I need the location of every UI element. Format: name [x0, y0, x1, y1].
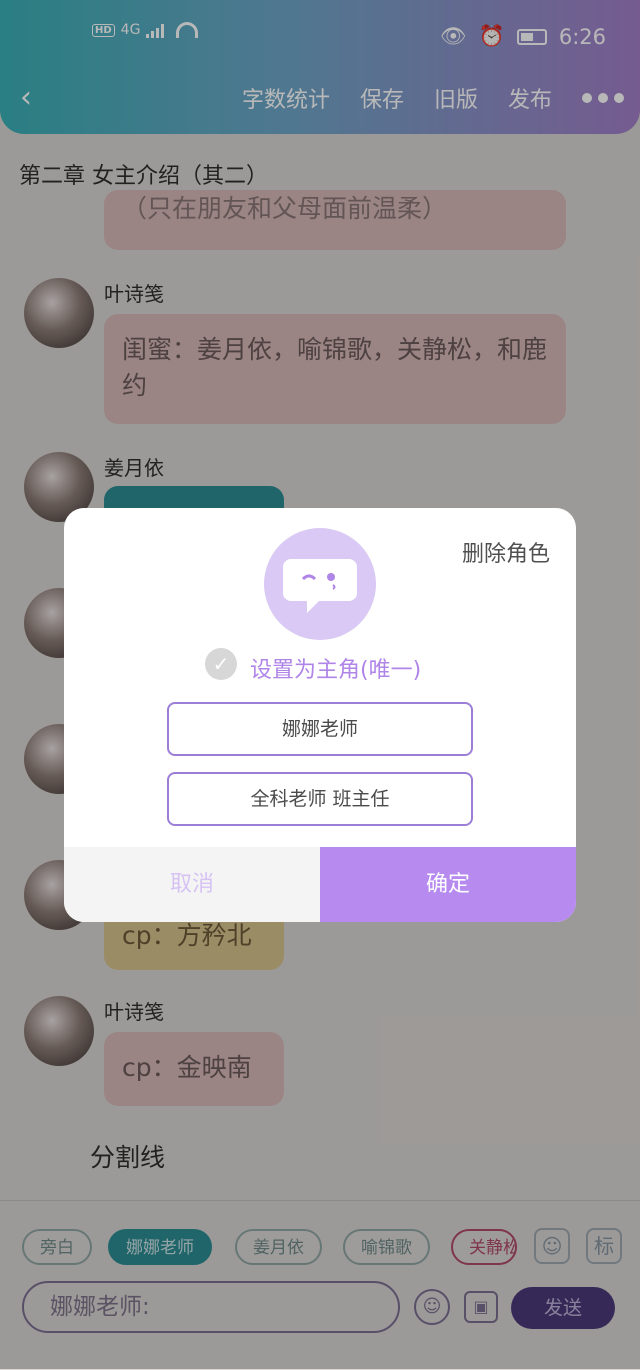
role-name-field[interactable]: 娜娜老师 [167, 702, 473, 756]
confirm-button[interactable]: 确定 [320, 847, 576, 922]
role-desc-field[interactable]: 全科老师 班主任 [167, 772, 473, 826]
set-main-label[interactable]: 设置为主角(唯一) [250, 652, 421, 684]
set-main-checkbox[interactable]: ✓ [205, 648, 237, 680]
chat-bubble-icon [264, 528, 376, 640]
cancel-button[interactable]: 取消 [64, 847, 320, 922]
dialog-footer: 取消 确定 [64, 847, 576, 922]
role-dialog: 删除角色 ✓ 设置为主角(唯一) 娜娜老师 全科老师 班主任 取消 确定 [64, 508, 576, 922]
delete-role-button[interactable]: 删除角色 [462, 536, 550, 568]
